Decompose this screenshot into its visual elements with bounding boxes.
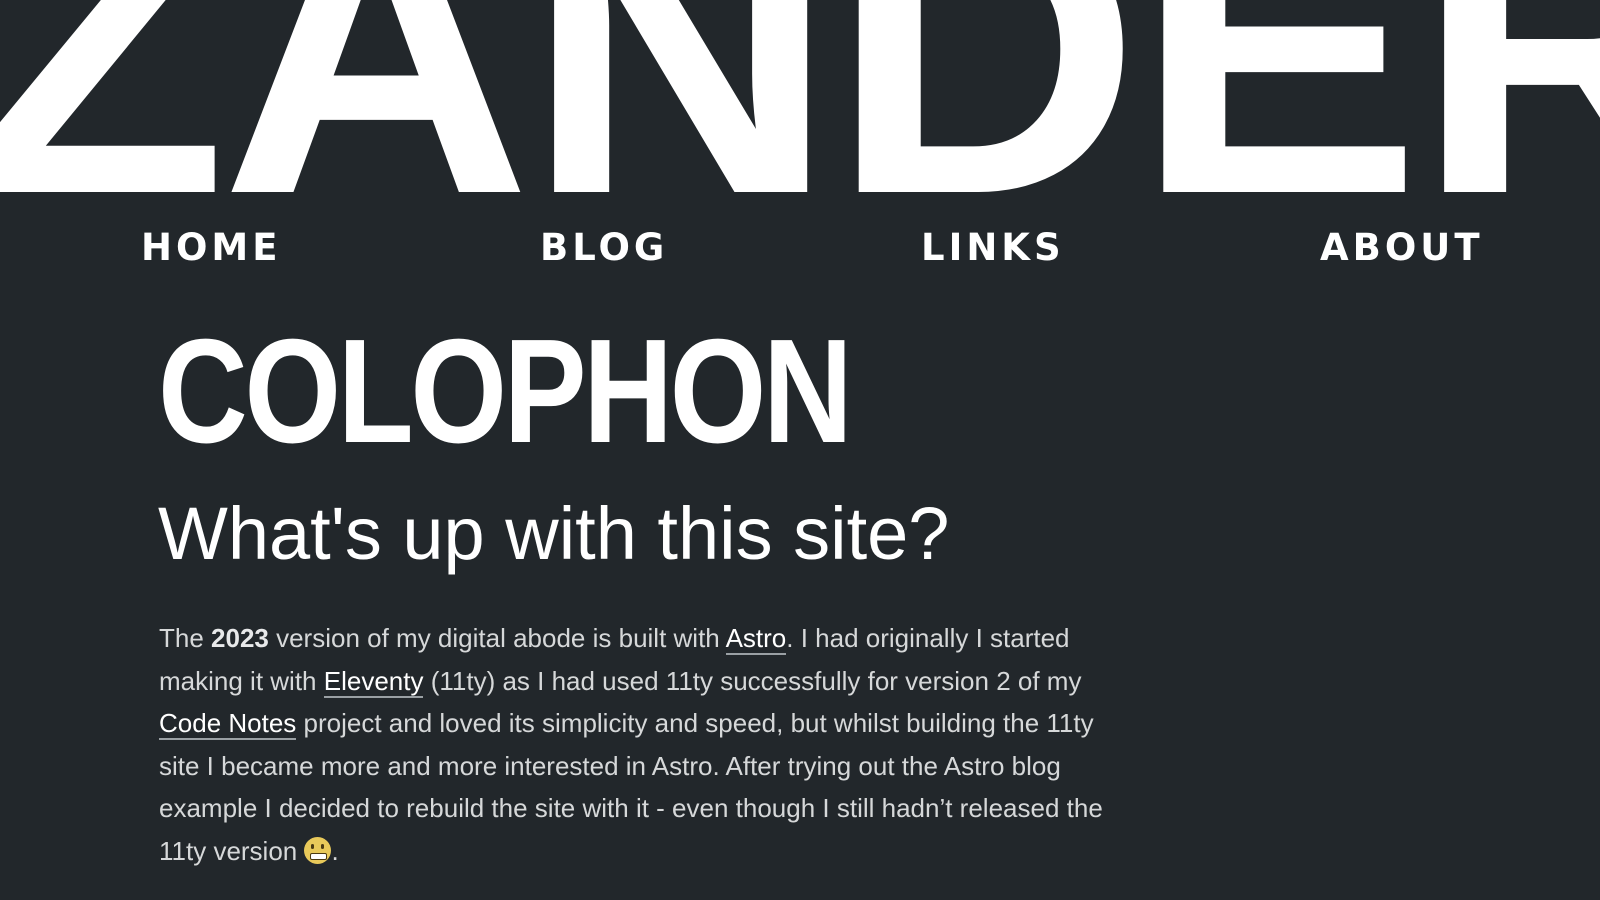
text-segment: . <box>331 835 339 866</box>
grimacing-face-emoji-icon <box>304 836 332 864</box>
page-title: COLOPHON <box>158 309 853 474</box>
text-segment: The <box>159 623 212 653</box>
text-segment: project and loved its simplicity and spe… <box>159 708 1103 866</box>
nav-links-link[interactable]: LINKS <box>921 222 1065 274</box>
nav-home-link[interactable]: HOME <box>141 222 282 274</box>
site-logo-banner[interactable]: ZANDER <box>0 0 1600 214</box>
site-logo[interactable]: ZANDER <box>0 0 1600 214</box>
code-notes-link[interactable]: Code Notes <box>159 708 297 741</box>
intro-paragraph: The 2023 version of my digital abode is … <box>159 617 1139 873</box>
text-segment: version of my digital abode is built wit… <box>268 623 726 653</box>
nav-about-link[interactable]: ABOUT <box>1320 222 1484 274</box>
text-segment: (11ty) as I had used 11ty successfully f… <box>423 665 1082 696</box>
eleventy-link[interactable]: Eleventy <box>323 665 424 698</box>
nav-blog-link[interactable]: BLOG <box>540 222 668 274</box>
astro-link[interactable]: Astro <box>725 623 787 655</box>
year-highlight: 2023 <box>211 623 269 653</box>
main-nav: HOME BLOG LINKS ABOUT <box>0 222 1600 282</box>
page-subtitle: What's up with this site? <box>158 492 950 575</box>
